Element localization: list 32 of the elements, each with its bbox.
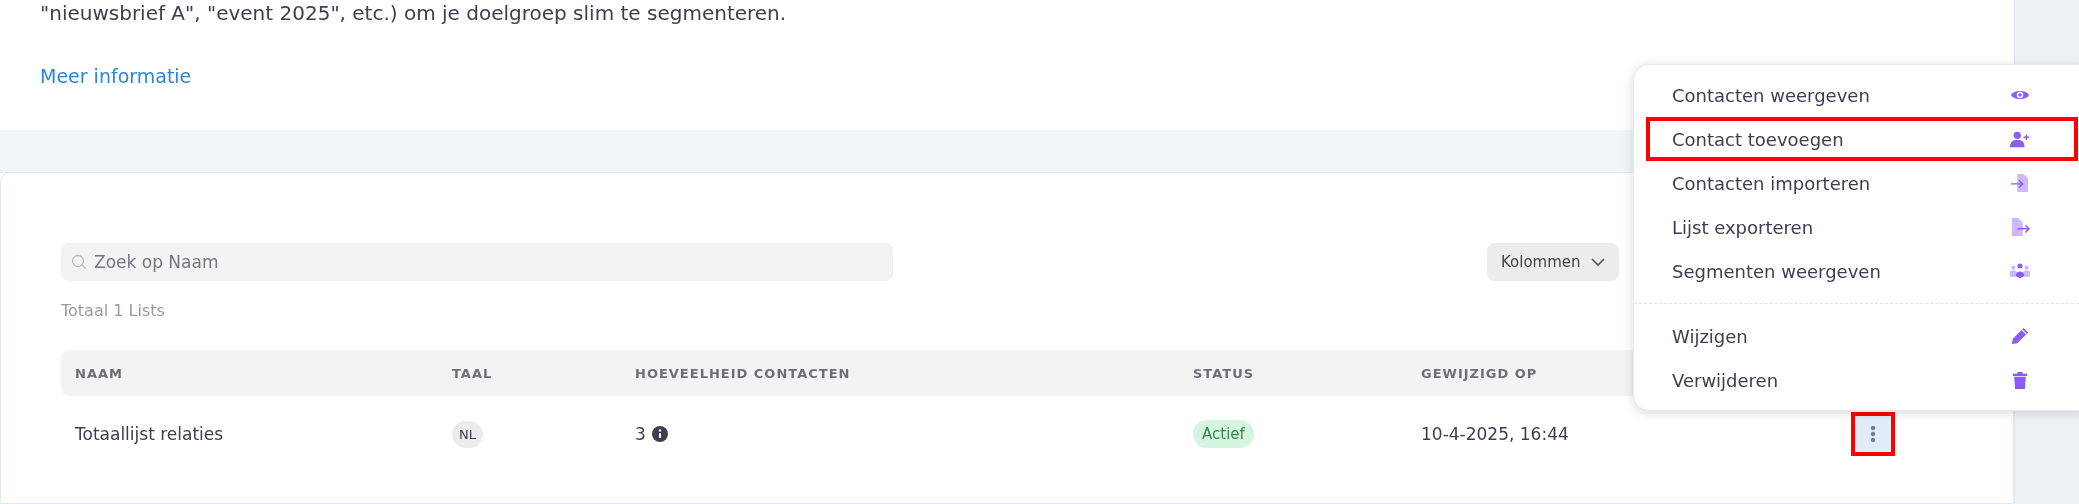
column-header: HOEVEELHEID CONTACTEN: [635, 365, 852, 381]
modified-date: 10-4-2025, 16:44: [1421, 424, 1570, 444]
list-name: Totaallijst relaties: [75, 424, 225, 444]
menu-item[interactable]: Verwijderen: [1646, 358, 2078, 402]
trash-icon: [2010, 371, 2030, 389]
menu-item[interactable]: Lijst exporteren: [1646, 205, 2078, 249]
column-header: TAAL: [452, 365, 494, 381]
user-plus-icon: [2010, 130, 2030, 148]
menu-item[interactable]: Segmenten weergeven: [1646, 249, 2078, 293]
language-tag: NL: [452, 420, 483, 448]
menu-item[interactable]: Wijzigen: [1646, 314, 2078, 358]
column-header: STATUS: [1193, 365, 1256, 381]
chevron-down-icon: [1590, 257, 1605, 267]
column-header: NAAM: [75, 365, 124, 381]
column-header: GEWIJZIGD OP: [1421, 365, 1539, 381]
kebab-icon: [1870, 425, 1876, 443]
file-export-icon: [2010, 218, 2030, 236]
pencil-icon: [2010, 327, 2030, 345]
contact-count: 3: [635, 424, 646, 444]
file-import-icon: [2010, 174, 2030, 192]
menu-item[interactable]: Contacten importeren: [1646, 161, 2078, 205]
description-text: "nieuwsbrief A", "event 2025", etc.) om je doelgroep slim te segmenteren.: [40, 0, 788, 25]
columns-dropdown[interactable]: Kolommen: [1487, 243, 1619, 281]
info-icon[interactable]: [651, 426, 668, 442]
menu-item[interactable]: Contact toevoegen: [1646, 117, 2078, 161]
search-icon: [71, 254, 87, 270]
status-badge: Actief: [1193, 420, 1254, 448]
more-info-link[interactable]: Meer informatie: [40, 65, 192, 87]
search-field[interactable]: Zoek op Naam: [61, 243, 893, 281]
menu-item[interactable]: Contacten weergeven: [1646, 73, 2078, 117]
total-count: Totaal 1 Lists: [61, 301, 165, 320]
people-group-icon: [2010, 262, 2030, 280]
